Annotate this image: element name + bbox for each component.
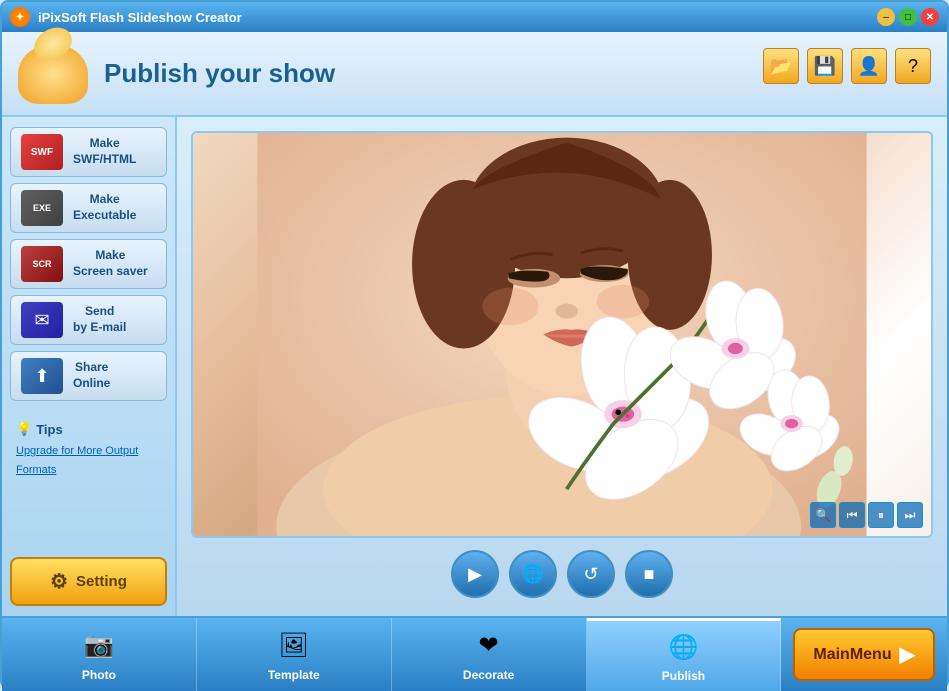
preview-svg (193, 133, 931, 536)
close-button[interactable]: ✕ (921, 8, 939, 26)
main-menu-arrow: ▶ (900, 642, 915, 667)
user-button[interactable]: 👤 (851, 48, 887, 84)
header: Publish your show 📂 💾 👤 ? (2, 32, 947, 117)
save-button[interactable]: 💾 (807, 48, 843, 84)
photo-tab[interactable]: 📷 Photo (2, 618, 197, 691)
zoom-button[interactable]: 🔍 (810, 502, 836, 528)
preview-container: 🔍 ⏮ ⏸ ⏭ (191, 131, 933, 538)
decorate-tab-icon: ❤ (471, 628, 507, 664)
make-executable-label: MakeExecutable (73, 192, 136, 223)
pause-button[interactable]: ⏸ (868, 502, 894, 528)
publish-tab[interactable]: 🌐 Publish (587, 618, 782, 691)
main-menu-label: MainMenu (813, 646, 891, 664)
maximize-button[interactable]: □ (899, 8, 917, 26)
swf-icon: SWF (21, 134, 63, 170)
stop-button[interactable]: ■ (625, 550, 673, 598)
make-executable-button[interactable]: EXE MakeExecutable (10, 183, 167, 233)
body: SWF MakeSWF/HTML EXE MakeExecutable SCR … (2, 117, 947, 616)
page-title: Publish your show (104, 58, 335, 89)
send-email-button[interactable]: ✉ Sendby E-mail (10, 295, 167, 345)
make-screensaver-button[interactable]: SCR MakeScreen saver (10, 239, 167, 289)
lightbulb-icon: 💡 (16, 421, 32, 437)
bottom-nav: 📷 Photo 🖼 Template ❤ Decorate 🌐 Publish … (2, 616, 947, 691)
setting-button[interactable]: ⚙ Setting (10, 557, 167, 606)
photo-tab-label: Photo (82, 668, 116, 682)
template-tab-label: Template (268, 668, 320, 682)
make-screensaver-label: MakeScreen saver (73, 248, 148, 279)
send-email-label: Sendby E-mail (73, 304, 126, 335)
template-tab[interactable]: 🖼 Template (197, 618, 392, 691)
tips-section: 💡 Tips Upgrade for More Output Formats (10, 413, 167, 486)
tips-title: 💡 Tips (16, 421, 161, 437)
upgrade-link[interactable]: Upgrade for More Output Formats (16, 445, 138, 476)
next-button[interactable]: ⏭ (897, 502, 923, 528)
upload-icon: ⬆ (21, 358, 63, 394)
decorate-tab-label: Decorate (463, 668, 514, 682)
content-area: 🔍 ⏮ ⏸ ⏭ ▶ 🌐 ↺ ■ (177, 117, 947, 616)
share-online-button[interactable]: ⬆ ShareOnline (10, 351, 167, 401)
prev-button[interactable]: ⏮ (839, 502, 865, 528)
share-online-label: ShareOnline (73, 360, 110, 391)
help-button[interactable]: ? (895, 48, 931, 84)
window-controls: – □ ✕ (877, 8, 939, 26)
screen-icon: SCR (21, 246, 63, 282)
browser-preview-button[interactable]: 🌐 (509, 550, 557, 598)
exe-icon: EXE (21, 190, 63, 226)
publish-tab-icon: 🌐 (665, 629, 701, 665)
decorate-tab[interactable]: ❤ Decorate (392, 618, 587, 691)
sidebar: SWF MakeSWF/HTML EXE MakeExecutable SCR … (2, 117, 177, 616)
main-menu-button[interactable]: MainMenu ▶ (793, 628, 935, 681)
make-swf-label: MakeSWF/HTML (73, 136, 136, 167)
publish-tab-label: Publish (662, 669, 705, 683)
email-icon: ✉ (21, 302, 63, 338)
title-bar: ✦ iPixSoft Flash Slideshow Creator – □ ✕ (2, 2, 947, 32)
open-folder-button[interactable]: 📂 (763, 48, 799, 84)
app-title: iPixSoft Flash Slideshow Creator (38, 10, 877, 25)
play-button[interactable]: ▶ (451, 550, 499, 598)
template-tab-icon: 🖼 (276, 628, 312, 664)
setting-label: Setting (76, 573, 127, 590)
logo-icon (18, 44, 88, 104)
photo-tab-icon: 📷 (81, 628, 117, 664)
gear-icon: ⚙ (50, 569, 68, 594)
app-icon: ✦ (10, 7, 30, 27)
make-swf-button[interactable]: SWF MakeSWF/HTML (10, 127, 167, 177)
playback-controls: ▶ 🌐 ↺ ■ (191, 538, 933, 602)
preview-overlay-controls: 🔍 ⏮ ⏸ ⏭ (810, 502, 923, 528)
toolbar-icons: 📂 💾 👤 ? (763, 48, 931, 84)
minimize-button[interactable]: – (877, 8, 895, 26)
main-wrapper: Publish your show 📂 💾 👤 ? SWF MakeSWF/HT… (2, 32, 947, 691)
loop-button[interactable]: ↺ (567, 550, 615, 598)
preview-image (193, 133, 931, 536)
